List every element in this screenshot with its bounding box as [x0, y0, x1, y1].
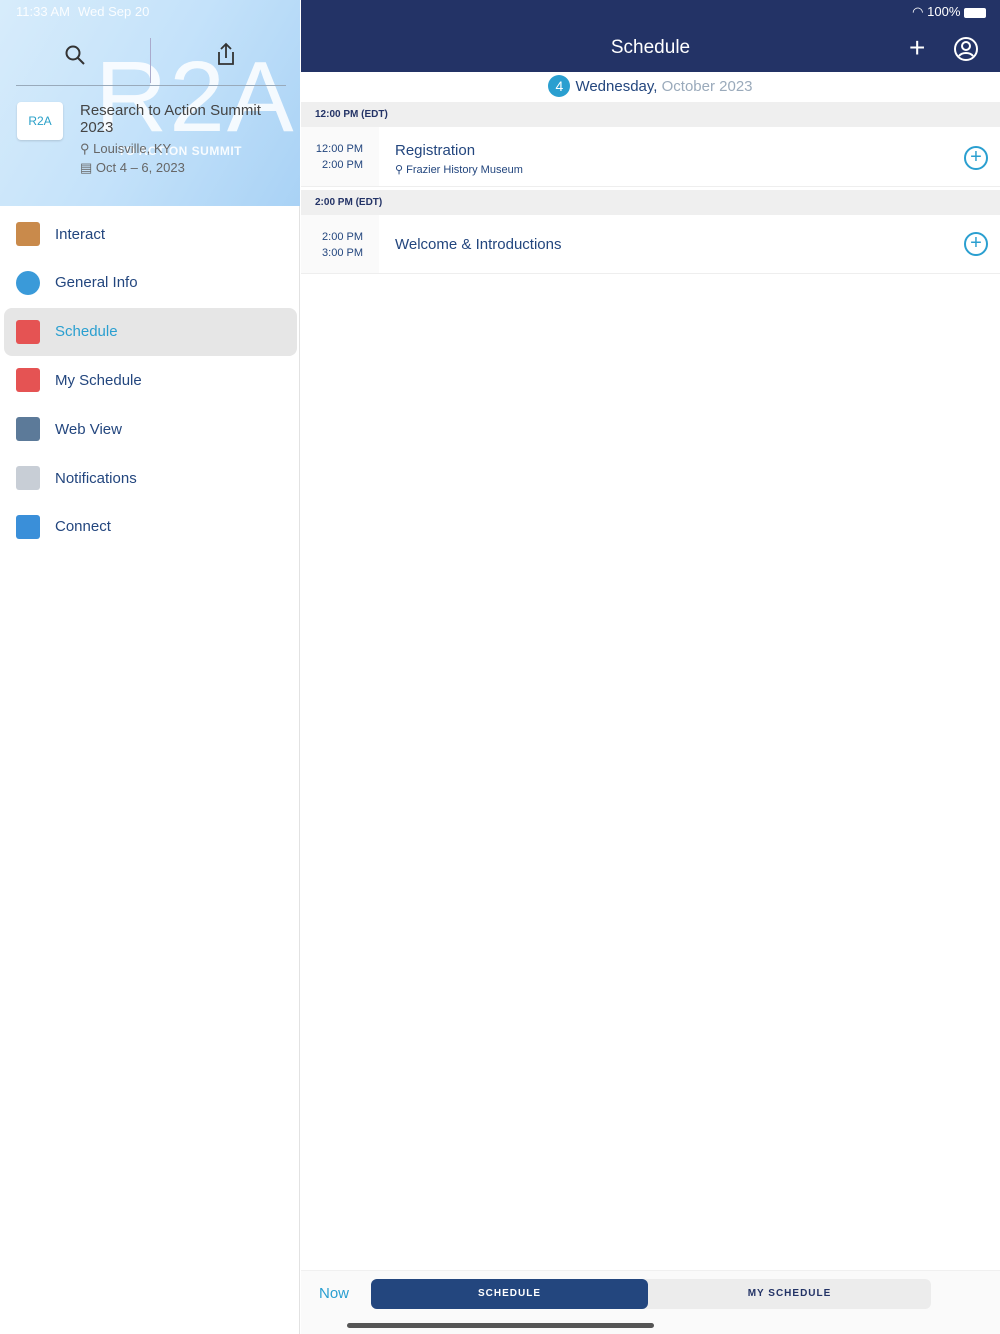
status-time: 11:33 AM — [16, 4, 70, 19]
info-icon — [16, 270, 40, 295]
day-badge: 4 — [548, 75, 571, 97]
wifi-icon: ◠ — [912, 4, 928, 19]
sidebar-item-notifications[interactable]: Notifications — [4, 454, 297, 502]
add-to-schedule-button[interactable]: + — [964, 232, 988, 256]
top-bar: ◠ 100% Schedule + — [301, 0, 1000, 72]
status-date: Wed Sep 20 — [78, 4, 150, 19]
session-row[interactable]: 12:00 PM 2:00 PM Registration ⚲ Frazier H… — [301, 127, 1000, 187]
sidebar-item-label: General Info — [55, 274, 138, 292]
month: October 2023 — [661, 78, 753, 95]
now-button[interactable]: Now — [319, 1285, 349, 1302]
people-icon — [16, 514, 40, 539]
search-icon[interactable] — [64, 44, 86, 66]
envelope-icon — [16, 466, 40, 490]
time-section-header: 12:00 PM (EDT) — [301, 102, 1000, 127]
house-icon — [16, 222, 40, 246]
page-title: Schedule — [610, 37, 691, 58]
web-view-icon — [16, 417, 40, 442]
session-title: Registration — [395, 142, 476, 159]
weekday: Wednesday, — [575, 78, 658, 95]
session-location: ⚲ Frazier History Museum — [395, 164, 523, 176]
event-location: ⚲ Louisville, KY — [80, 141, 172, 156]
date-selector[interactable]: 4 Wednesday, October 2023 — [301, 72, 1000, 102]
schedule-segmented-control: SCHEDULE MY SCHEDULE — [371, 1279, 931, 1309]
sidebar-item-web-view[interactable]: Web View — [4, 405, 297, 453]
sidebar-item-my-schedule[interactable]: My Schedule — [4, 356, 297, 404]
banner-watermark: R2A — [95, 41, 296, 153]
sidebar: R2A TO ACTION SUMMIT 11:33 AM Wed Sep 20… — [0, 0, 300, 1334]
sidebar-item-label: Web View — [55, 420, 122, 438]
bottom-bar: Now SCHEDULE MY SCHEDULE — [301, 1270, 1000, 1334]
status-battery: ◠ 100% — [912, 4, 986, 20]
event-dates: ▤ Oct 4 – 6, 2023 — [80, 160, 185, 175]
location-pin-icon: ⚲ — [395, 164, 407, 176]
location-pin-icon: ⚲ — [80, 141, 94, 156]
add-icon[interactable]: + — [909, 32, 925, 64]
time-section-header: 2:00 PM (EDT) — [301, 190, 1000, 215]
sidebar-item-label: Schedule — [55, 323, 118, 341]
profile-icon[interactable] — [953, 36, 979, 62]
event-title: Research to Action Summit 2023 — [80, 102, 261, 136]
session-row[interactable]: 2:00 PM 3:00 PM Welcome & Introductions + — [301, 215, 1000, 274]
tab-schedule[interactable]: SCHEDULE — [371, 1279, 648, 1309]
divider — [16, 85, 286, 86]
session-times: 12:00 PM 2:00 PM — [301, 127, 379, 186]
calendar-small-icon: ▤ — [80, 160, 96, 175]
tab-my-schedule[interactable]: MY SCHEDULE — [648, 1279, 931, 1309]
sidebar-item-label: My Schedule — [55, 371, 142, 389]
battery-icon — [964, 7, 986, 18]
main-panel: ◠ 100% Schedule + 4 Wednesday, October 20… — [301, 0, 1000, 1334]
divider — [150, 38, 151, 83]
my-calendar-icon — [16, 368, 40, 393]
sidebar-item-label: Connect — [55, 518, 111, 536]
home-indicator — [347, 1323, 654, 1328]
sidebar-item-interact[interactable]: Interact — [4, 210, 297, 258]
sidebar-item-label: Notifications — [55, 469, 137, 487]
session-times: 2:00 PM 3:00 PM — [301, 215, 379, 273]
share-icon[interactable] — [216, 42, 236, 66]
add-to-schedule-button[interactable]: + — [964, 146, 988, 170]
event-banner: R2A TO ACTION SUMMIT 11:33 AM Wed Sep 20… — [0, 0, 300, 206]
event-logo: R2A — [17, 102, 63, 140]
calendar-icon — [16, 319, 40, 344]
sidebar-item-connect[interactable]: Connect — [4, 503, 297, 551]
sidebar-item-schedule[interactable]: Schedule — [4, 307, 297, 356]
session-title: Welcome & Introductions — [395, 236, 562, 253]
sidebar-item-general-info[interactable]: General Info — [4, 259, 297, 307]
sidebar-item-label: Interact — [55, 225, 106, 243]
